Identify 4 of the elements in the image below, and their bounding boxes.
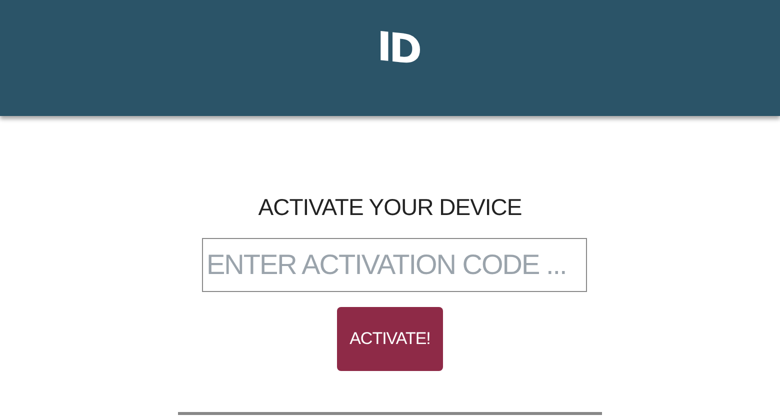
activation-code-field[interactable]: ENTER ACTIVATION CODE ... [202,238,586,292]
activate-button[interactable]: ACTIVATE! [337,307,443,371]
page-heading: ACTIVATE YOUR DEVICE [258,194,522,221]
logo: ID [376,24,420,74]
